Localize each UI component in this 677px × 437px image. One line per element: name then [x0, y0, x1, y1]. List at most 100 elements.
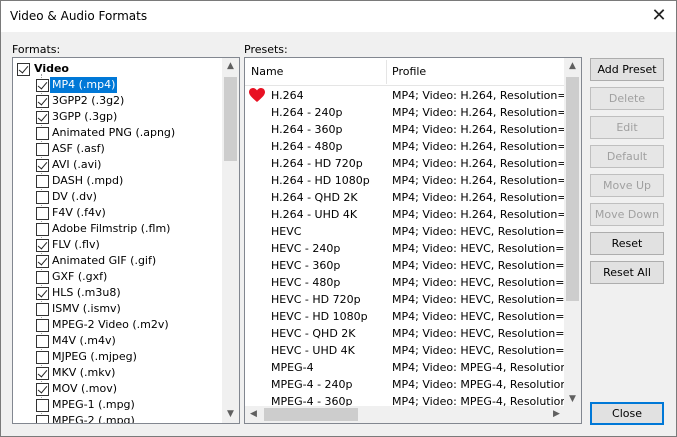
- format-checkbox[interactable]: [36, 383, 49, 396]
- move-up-button[interactable]: Move Up: [590, 174, 664, 197]
- scroll-right-arrow-icon[interactable]: ▶: [548, 406, 565, 423]
- preset-profile: MP4; Video: HEVC, Resolution=3840: [392, 344, 565, 357]
- presets-list[interactable]: Name Profile H.264 MP4; Video: H.264, Res…: [244, 57, 582, 424]
- list-header: Name Profile: [245, 58, 565, 86]
- formats-tree[interactable]: Video MP4 (.mp4) 3GPP2 (.3g2) 3GPP (.3gp) A…: [12, 57, 240, 424]
- presets-horizontal-scrollbar[interactable]: ◀ ▶: [245, 406, 565, 423]
- format-checkbox[interactable]: [36, 303, 49, 316]
- scroll-thumb[interactable]: [224, 77, 237, 161]
- preset-row[interactable]: MPEG-4 - 240p MP4; Video: MPEG-4, Resolut…: [245, 376, 565, 393]
- format-checkbox[interactable]: [36, 415, 49, 423]
- format-label: DV (.dv): [52, 190, 97, 203]
- scroll-left-arrow-icon[interactable]: ◀: [245, 406, 262, 423]
- format-checkbox[interactable]: [36, 223, 49, 236]
- preset-name: H.264: [271, 89, 304, 102]
- format-checkbox[interactable]: [36, 159, 49, 172]
- close-button[interactable]: Close: [590, 402, 664, 425]
- format-label: DASH (.mpd): [52, 174, 124, 187]
- format-checkbox[interactable]: [36, 175, 49, 188]
- add-preset-button[interactable]: Add Preset: [590, 58, 664, 81]
- format-label: Adobe Filmstrip (.flm): [52, 222, 171, 235]
- scroll-up-arrow-icon[interactable]: ▲: [222, 58, 239, 75]
- reset-button[interactable]: Reset: [590, 232, 664, 255]
- preset-name: HEVC - UHD 4K: [271, 344, 355, 357]
- format-label: MP4 (.mp4): [50, 77, 118, 93]
- preset-row[interactable]: H.264 MP4; Video: H.264, Resolution=Auto: [245, 87, 565, 104]
- preset-row[interactable]: HEVC - UHD 4K MP4; Video: HEVC, Resolutio…: [245, 342, 565, 359]
- scroll-up-arrow-icon[interactable]: ▲: [564, 58, 581, 75]
- preset-row[interactable]: HEVC - 240p MP4; Video: HEVC, Resolution=…: [245, 240, 565, 257]
- preset-row[interactable]: HEVC - HD 1080p MP4; Video: HEVC, Resolut…: [245, 308, 565, 325]
- preset-row[interactable]: MPEG-4 MP4; Video: MPEG-4, Resolution=Au: [245, 359, 565, 376]
- format-checkbox[interactable]: [36, 143, 49, 156]
- format-label: MPEG-2 Video (.m2v): [52, 318, 169, 331]
- column-header-profile[interactable]: Profile: [386, 58, 426, 86]
- reset-all-button[interactable]: Reset All: [590, 261, 664, 284]
- format-label: ASF (.asf): [52, 142, 105, 155]
- preset-row[interactable]: H.264 - 480p MP4; Video: H.264, Resolutio…: [245, 138, 565, 155]
- preset-name: H.264 - QHD 2K: [271, 191, 358, 204]
- preset-row[interactable]: HEVC - HD 720p MP4; Video: HEVC, Resoluti…: [245, 291, 565, 308]
- preset-row[interactable]: HEVC MP4; Video: HEVC, Resolution=Auto: [245, 223, 565, 240]
- heart-icon: [249, 88, 265, 102]
- preset-profile: MP4; Video: H.264, Resolution=320x: [392, 106, 565, 119]
- delete-button[interactable]: Delete: [590, 87, 664, 110]
- video-audio-formats-dialog: Video & Audio Formats ✕ Formats: Presets…: [0, 0, 677, 437]
- preset-profile: MP4; Video: H.264, Resolution=3840: [392, 208, 565, 221]
- format-label: M4V (.m4v): [52, 334, 116, 347]
- preset-row[interactable]: H.264 - UHD 4K MP4; Video: H.264, Resolut…: [245, 206, 565, 223]
- preset-row[interactable]: H.264 - 360p MP4; Video: H.264, Resolutio…: [245, 121, 565, 138]
- format-checkbox[interactable]: [36, 351, 49, 364]
- format-checkbox[interactable]: [36, 127, 49, 140]
- format-checkbox[interactable]: [36, 95, 49, 108]
- format-checkbox[interactable]: [36, 191, 49, 204]
- format-checkbox[interactable]: [36, 335, 49, 348]
- video-root-label: Video: [34, 62, 69, 75]
- move-down-button[interactable]: Move Down: [590, 203, 664, 226]
- formats-vertical-scrollbar[interactable]: ▲ ▼: [222, 58, 239, 423]
- preset-name: H.264 - HD 720p: [271, 157, 363, 170]
- format-checkbox[interactable]: [36, 399, 49, 412]
- format-checkbox[interactable]: [36, 319, 49, 332]
- preset-name: HEVC - 360p: [271, 259, 341, 272]
- format-label: ISMV (.ismv): [52, 302, 121, 315]
- preset-profile: MP4; Video: HEVC, Resolution=1280: [392, 293, 565, 306]
- format-checkbox[interactable]: [36, 271, 49, 284]
- format-label: 3GPP (.3gp): [52, 110, 118, 123]
- column-header-name[interactable]: Name: [245, 58, 283, 86]
- default-button[interactable]: Default: [590, 145, 664, 168]
- preset-profile: MP4; Video: HEVC, Resolution=Auto: [392, 225, 565, 238]
- preset-row[interactable]: HEVC - QHD 2K MP4; Video: HEVC, Resolutio…: [245, 325, 565, 342]
- format-label: Animated GIF (.gif): [52, 254, 157, 267]
- format-checkbox[interactable]: [36, 287, 49, 300]
- edit-button[interactable]: Edit: [590, 116, 664, 139]
- close-window-icon[interactable]: ✕: [642, 1, 676, 32]
- format-checkbox[interactable]: [36, 79, 49, 92]
- format-checkbox[interactable]: [36, 207, 49, 220]
- scroll-thumb[interactable]: [566, 77, 579, 301]
- preset-name: HEVC - QHD 2K: [271, 327, 356, 340]
- format-checkbox[interactable]: [36, 111, 49, 124]
- scroll-thumb[interactable]: [264, 408, 358, 421]
- format-label: MOV (.mov): [52, 382, 118, 395]
- video-root-checkbox[interactable]: [17, 63, 30, 76]
- preset-name: H.264 - 480p: [271, 140, 343, 153]
- preset-row[interactable]: HEVC - 480p MP4; Video: HEVC, Resolution=…: [245, 274, 565, 291]
- preset-profile: MP4; Video: H.264, Resolution=480x: [392, 123, 565, 136]
- format-label: MJPEG (.mjpeg): [52, 350, 137, 363]
- preset-row[interactable]: HEVC - 360p MP4; Video: HEVC, Resolution=…: [245, 257, 565, 274]
- format-checkbox[interactable]: [36, 367, 49, 380]
- preset-profile: MP4; Video: HEVC, Resolution=1920: [392, 310, 565, 323]
- preset-name: HEVC - HD 1080p: [271, 310, 368, 323]
- preset-row[interactable]: H.264 - HD 1080p MP4; Video: H.264, Resol…: [245, 172, 565, 189]
- preset-profile: MP4; Video: MPEG-4, Resolution=Au: [392, 361, 565, 374]
- preset-row[interactable]: H.264 - 240p MP4; Video: H.264, Resolutio…: [245, 104, 565, 121]
- preset-row[interactable]: H.264 - HD 720p MP4; Video: H.264, Resolu…: [245, 155, 565, 172]
- preset-row[interactable]: H.264 - QHD 2K MP4; Video: H.264, Resolut…: [245, 189, 565, 206]
- preset-name: H.264 - HD 1080p: [271, 174, 370, 187]
- format-checkbox[interactable]: [36, 239, 49, 252]
- format-checkbox[interactable]: [36, 255, 49, 268]
- presets-vertical-scrollbar[interactable]: ▲ ▼: [564, 58, 581, 408]
- format-label: MKV (.mkv): [52, 366, 116, 379]
- scroll-down-arrow-icon[interactable]: ▼: [222, 406, 239, 423]
